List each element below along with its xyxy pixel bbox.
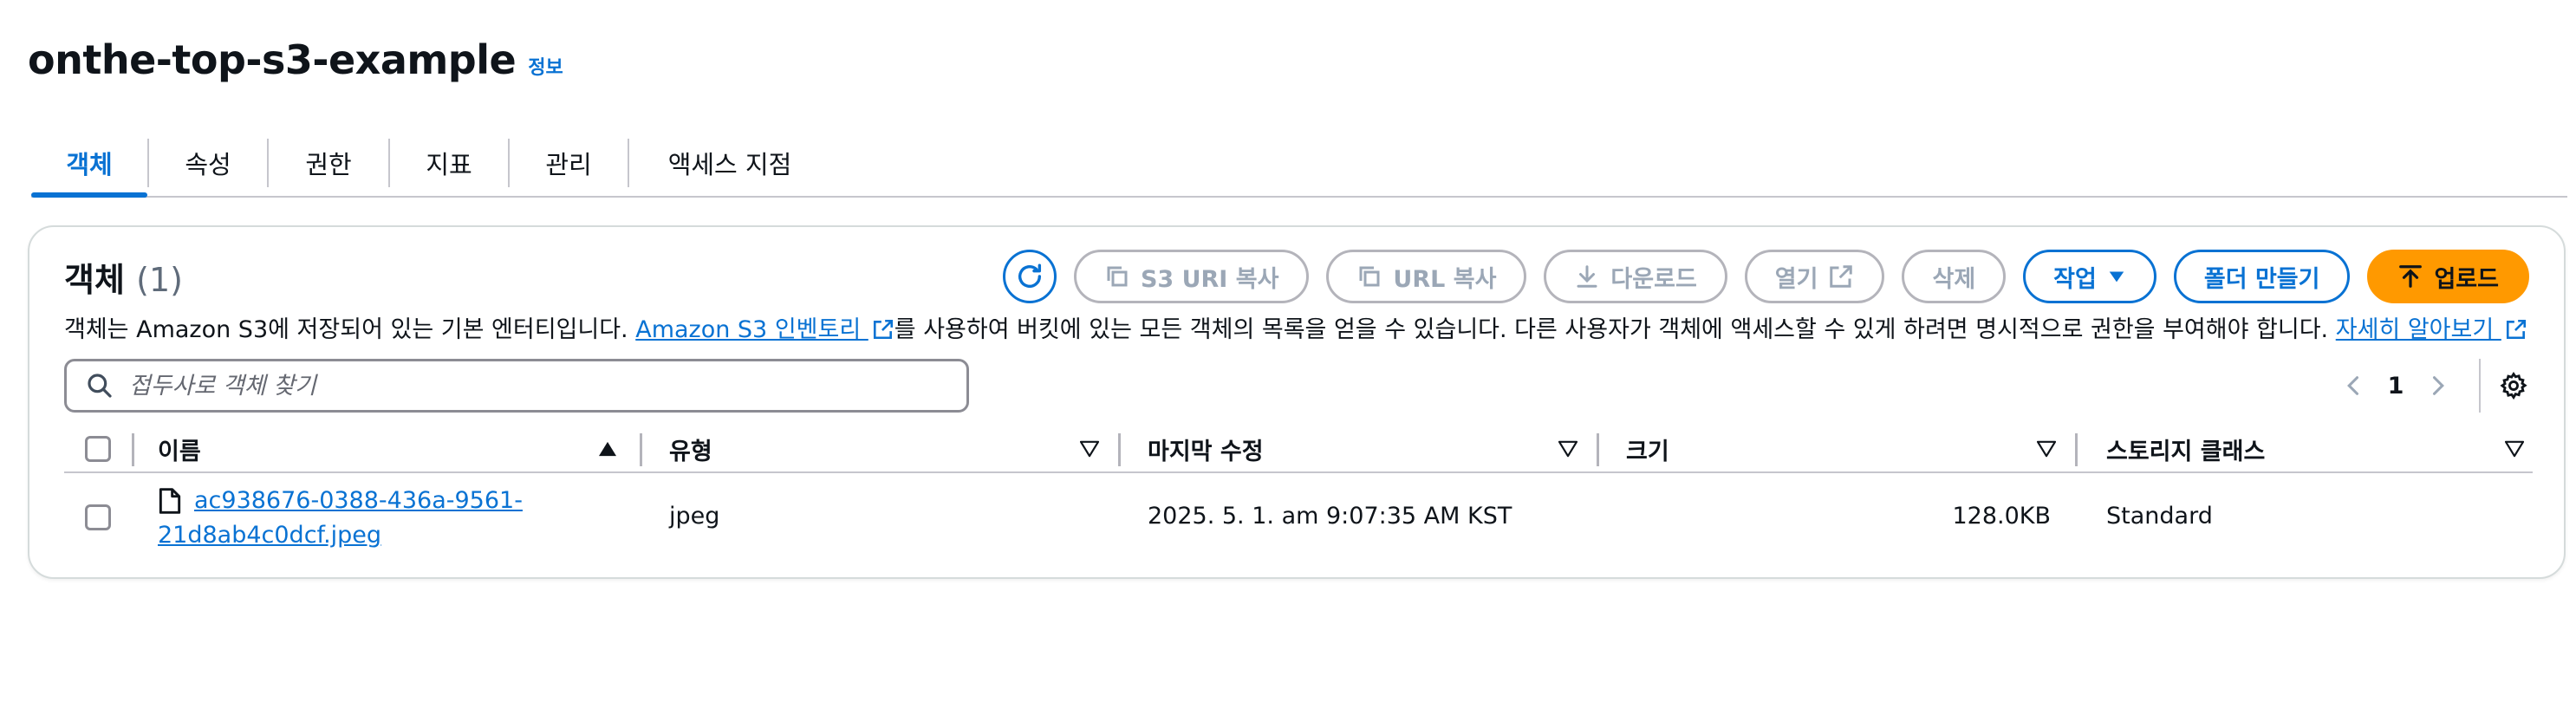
download-label: 다운로드 [1610,265,1697,293]
tab-permissions[interactable]: 권한 [269,130,388,196]
tab-properties[interactable]: 속성 [149,130,267,196]
object-name-link-continued[interactable]: 21d8ab4c0dcf.jpeg [158,518,523,553]
page-title: onthe-top-s3-example [28,36,517,83]
description-text: 객체는 Amazon S3에 저장되어 있는 기본 엔터티입니다. [64,316,636,343]
caret-down-icon [2107,267,2126,286]
table-header-row: 이름 유형 마지막 수정 크기 스토리지 클래스 [64,425,2533,473]
table-row[interactable]: ac938676-0388-436a-9561- 21d8ab4c0dcf.jp… [64,473,2533,565]
select-all-checkbox[interactable] [85,436,111,462]
objects-heading: 객체 (1) [64,253,183,301]
row-select-checkbox[interactable] [85,504,111,530]
pagination: 1 [2330,357,2529,414]
external-link-icon [2505,318,2527,347]
inventory-link[interactable]: Amazon S3 인벤토리 [635,316,894,343]
sort-descending-icon[interactable] [1079,440,1100,461]
column-divider [2075,433,2078,466]
pagination-divider [2479,359,2481,413]
object-last-modified-cell: 2025. 5. 1. am 9:07:35 AM KST [1148,503,1512,530]
upload-label: 업로드 [2434,265,2499,293]
search-icon [86,372,114,400]
gear-icon [2499,371,2528,400]
objects-description: 객체는 Amazon S3에 저장되어 있는 기본 엔터티입니다. Amazon… [64,310,2527,347]
delete-label: 삭제 [1932,265,1976,293]
object-storage-class-cell: Standard [2106,503,2213,530]
column-divider [1597,433,1599,466]
row-select-cell [85,504,111,530]
learn-more-link[interactable]: 자세히 알아보기 [2336,316,2527,343]
file-icon [158,487,182,515]
copy-s3-uri-label: S3 URI 복사 [1140,265,1279,293]
action-toolbar: S3 URI 복사 URL 복사 다운로드 열기 삭제 작업 폴더 만들기 업로… [1002,250,2529,303]
search-input[interactable] [127,371,907,400]
external-link-icon [872,318,894,347]
tab-access-points[interactable]: 액세스 지점 [629,130,830,196]
delete-button[interactable]: 삭제 [1902,250,2007,303]
copy-s3-uri-button[interactable]: S3 URI 복사 [1073,250,1310,303]
object-size-cell: 128.0KB [1952,503,2051,530]
open-label: 열기 [1774,265,1818,293]
tab-metrics[interactable]: 지표 [390,130,508,196]
actions-dropdown-button[interactable]: 작업 [2023,250,2156,303]
create-folder-label: 폴더 만들기 [2203,265,2320,293]
sort-descending-icon[interactable] [2036,440,2057,461]
page-number[interactable]: 1 [2378,373,2413,400]
external-link-icon [1828,263,1854,289]
object-type-cell: jpeg [669,503,720,530]
copy-url-button[interactable]: URL 복사 [1326,250,1527,303]
column-divider [640,433,642,466]
download-icon [1574,263,1600,289]
previous-page-button[interactable] [2330,374,2378,398]
tab-objects[interactable]: 객체 [31,130,147,198]
actions-label: 작업 [2053,265,2097,293]
chevron-right-icon [2425,374,2449,398]
download-button[interactable]: 다운로드 [1544,250,1727,303]
description-text: 를 사용하여 버킷에 있는 모든 객체의 목록을 얻을 수 있습니다. 다른 사… [894,316,2336,343]
copy-url-label: URL 복사 [1393,265,1497,293]
column-divider [132,433,134,466]
select-all-cell [85,425,111,473]
learn-more-link-label: 자세히 알아보기 [2335,316,2501,343]
info-link[interactable]: 정보 [528,52,563,80]
column-header-type[interactable]: 유형 [669,425,712,473]
column-header-name[interactable]: 이름 [158,425,201,473]
sort-ascending-icon[interactable] [598,440,617,461]
objects-panel: 객체 (1) S3 URI 복사 URL 복사 다운로드 열기 삭제 작업 폴더… [28,225,2566,579]
chevron-left-icon [2342,374,2366,398]
search-field[interactable] [64,359,969,413]
upload-button[interactable]: 업로드 [2367,250,2529,303]
upload-icon [2397,263,2423,289]
refresh-button[interactable] [1002,250,1057,303]
table-settings-button[interactable] [2498,371,2529,400]
open-button[interactable]: 열기 [1744,250,1885,303]
column-header-storage-class[interactable]: 스토리지 클래스 [2106,425,2265,473]
objects-table: 이름 유형 마지막 수정 크기 스토리지 클래스 ac938676-0388-4… [64,425,2533,565]
sort-descending-icon[interactable] [1558,440,1578,461]
create-folder-button[interactable]: 폴더 만들기 [2173,250,2351,303]
copy-icon [1356,263,1382,289]
page-header: onthe-top-s3-example 정보 [28,36,563,83]
inventory-link-label: Amazon S3 인벤토리 [635,316,868,343]
tab-bar: 객체 속성 권한 지표 관리 액세스 지점 [31,130,2567,198]
object-name-link[interactable]: ac938676-0388-436a-9561- [194,484,523,518]
tab-management[interactable]: 관리 [510,130,628,196]
objects-count: (1) [136,261,183,299]
copy-icon [1104,263,1130,289]
sort-descending-icon[interactable] [2504,440,2525,461]
objects-title: 객체 [64,261,125,299]
column-header-size[interactable]: 크기 [1626,425,1669,473]
column-header-last-modified[interactable]: 마지막 수정 [1148,425,1264,473]
next-page-button[interactable] [2413,374,2462,398]
object-name-cell: ac938676-0388-436a-9561- 21d8ab4c0dcf.jp… [158,484,523,553]
column-divider [1118,433,1121,466]
refresh-icon [1015,262,1044,291]
